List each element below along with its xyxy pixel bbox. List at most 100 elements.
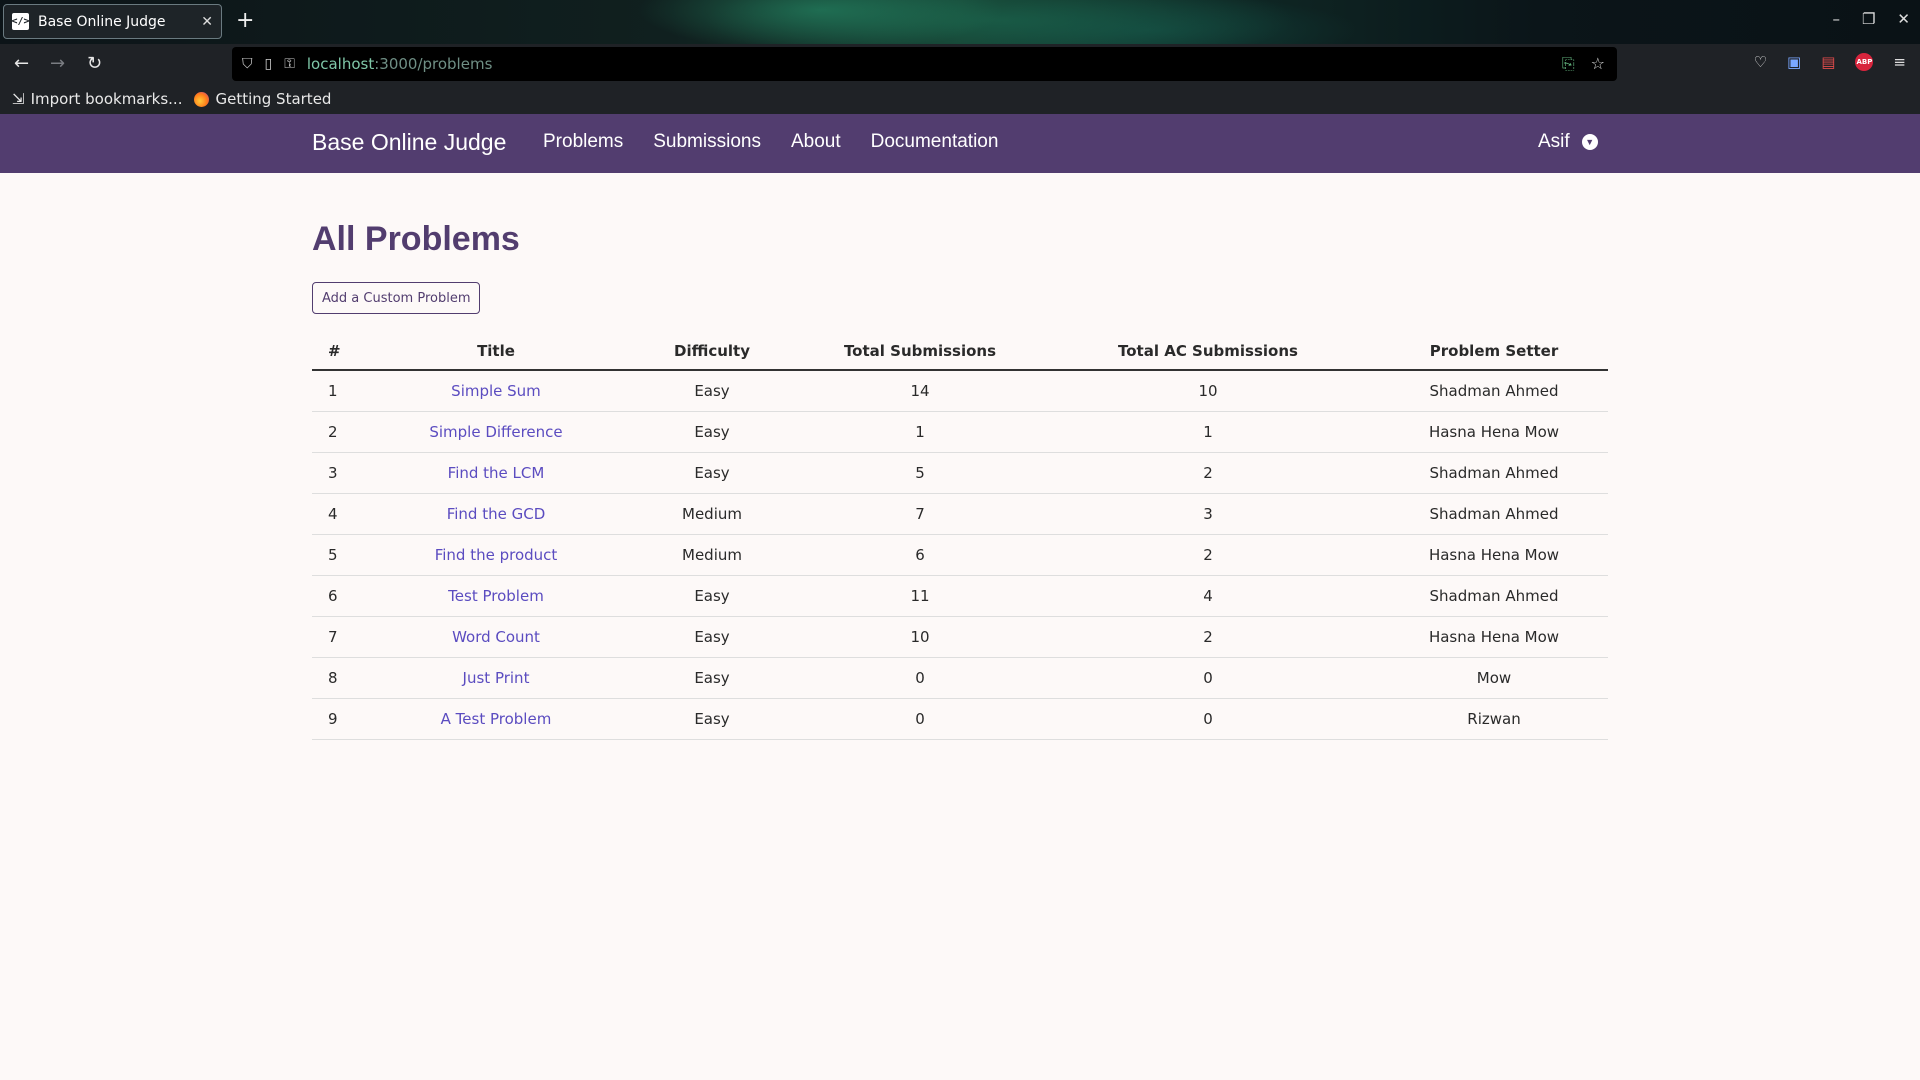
header-problem-setter: Problem Setter xyxy=(1380,332,1608,371)
cell-number: 4 xyxy=(312,493,372,535)
cell-total-submissions: 6 xyxy=(804,534,1036,576)
menu-item-about[interactable]: About xyxy=(791,131,841,153)
problem-title-link[interactable]: A Test Problem xyxy=(441,710,552,728)
tab-title: Base Online Judge xyxy=(38,13,166,30)
table-row: 1 Simple Sum Easy 14 10 Shadman Ahmed xyxy=(312,370,1608,412)
cell-ac-submissions: 2 xyxy=(1036,534,1380,576)
problem-title-link[interactable]: Find the GCD xyxy=(447,505,546,523)
table-row: 2 Simple Difference Easy 1 1 Hasna Hena Mow xyxy=(312,411,1608,453)
cell-title: Test Problem xyxy=(372,575,620,617)
brand-link[interactable]: Base Online Judge xyxy=(312,129,506,156)
minimize-icon[interactable]: – xyxy=(1832,10,1840,28)
cell-ac-submissions: 3 xyxy=(1036,493,1380,535)
site-favicon-icon: </> xyxy=(11,13,30,30)
shield-icon[interactable]: ⛉ xyxy=(242,56,253,72)
extension-icon[interactable]: ▤ xyxy=(1821,53,1835,71)
cell-title: Simple Sum xyxy=(372,370,620,412)
cell-problem-setter: Shadman Ahmed xyxy=(1380,452,1608,494)
cell-total-submissions: 5 xyxy=(804,452,1036,494)
close-window-icon[interactable]: ✕ xyxy=(1897,10,1910,28)
problem-title-link[interactable]: Find the product xyxy=(435,546,558,564)
menu-item-documentation[interactable]: Documentation xyxy=(871,131,999,153)
back-arrow-icon[interactable]: ← xyxy=(14,53,29,75)
chevron-down-icon[interactable]: ▼ xyxy=(1581,134,1598,150)
url-host: localhost xyxy=(306,55,375,73)
user-menu[interactable]: Asif ▼ xyxy=(1538,131,1598,153)
cell-total-submissions: 11 xyxy=(804,575,1036,617)
table-row: 3 Find the LCM Easy 5 2 Shadman Ahmed xyxy=(312,452,1608,494)
reload-icon[interactable]: ↻ xyxy=(87,53,102,75)
restore-icon[interactable]: ❐ xyxy=(1862,10,1875,28)
menu-item-problems[interactable]: Problems xyxy=(543,131,623,153)
bookmark-label: Getting Started xyxy=(215,90,332,108)
table-row: 5 Find the product Medium 6 2 Hasna Hena Mow xyxy=(312,534,1608,576)
problem-title-link[interactable]: Word Count xyxy=(452,628,540,646)
cell-ac-submissions: 2 xyxy=(1036,452,1380,494)
header-number: # xyxy=(312,332,372,371)
cell-total-submissions: 10 xyxy=(804,616,1036,658)
problem-title-link[interactable]: Find the LCM xyxy=(448,464,545,482)
browser-tab[interactable]: </> Base Online Judge ✕ xyxy=(3,4,222,39)
cell-ac-submissions: 1 xyxy=(1036,411,1380,453)
browser-toolbar: ← → ↻ ⛉ ▯ ⚿ localhost :3000/problems ⎘ ☆… xyxy=(0,44,1920,84)
cell-ac-submissions: 0 xyxy=(1036,657,1380,699)
bookmark-import[interactable]: ⇲ Import bookmarks... xyxy=(12,90,182,108)
header-total-submissions: Total Submissions xyxy=(804,332,1036,371)
page-icon[interactable]: ▯ xyxy=(265,56,273,72)
cell-difficulty: Medium xyxy=(620,534,804,576)
cell-difficulty: Easy xyxy=(620,452,804,494)
cell-number: 2 xyxy=(312,411,372,453)
pocket-icon[interactable]: ♡ xyxy=(1754,53,1767,71)
bookmark-star-icon[interactable]: ☆ xyxy=(1591,54,1605,74)
cell-problem-setter: Shadman Ahmed xyxy=(1380,370,1608,412)
cell-total-submissions: 14 xyxy=(804,370,1036,412)
browser-tabbar: </> Base Online Judge ✕ + – ❐ ✕ xyxy=(0,0,1920,44)
window-controls: – ❐ ✕ xyxy=(1832,10,1910,28)
table-header-row: # Title Difficulty Total Submissions Tot… xyxy=(312,332,1608,371)
new-tab-icon[interactable]: + xyxy=(236,8,254,34)
adblock-icon[interactable]: ABP xyxy=(1855,53,1874,71)
close-tab-icon[interactable]: ✕ xyxy=(201,14,213,30)
cell-ac-submissions: 10 xyxy=(1036,370,1380,412)
table-row: 4 Find the GCD Medium 7 3 Shadman Ahmed xyxy=(312,493,1608,535)
cell-problem-setter: Hasna Hena Mow xyxy=(1380,534,1608,576)
cell-number: 8 xyxy=(312,657,372,699)
cell-problem-setter: Mow xyxy=(1380,657,1608,699)
cell-total-submissions: 1 xyxy=(804,411,1036,453)
main-menu: Problems Submissions About Documentation xyxy=(543,131,998,153)
cell-title: Find the LCM xyxy=(372,452,620,494)
translator-icon[interactable]: ▣ xyxy=(1787,53,1801,71)
cell-ac-submissions: 0 xyxy=(1036,698,1380,740)
problem-title-link[interactable]: Simple Sum xyxy=(451,382,541,400)
forward-arrow-icon[interactable]: → xyxy=(50,53,65,75)
header-total-ac-submissions: Total AC Submissions xyxy=(1036,332,1380,371)
table-row: 9A Test Problem Easy 0 0 Rizwan xyxy=(312,698,1608,740)
cell-number: 9 xyxy=(312,698,372,740)
bookmark-getting-started[interactable]: Getting Started xyxy=(194,90,331,108)
app-navbar: Base Online Judge Problems Submissions A… xyxy=(0,114,1920,173)
translate-icon[interactable]: ⎘ xyxy=(1562,54,1575,74)
cell-problem-setter: Rizwan xyxy=(1380,698,1608,740)
menu-hamburger-icon[interactable]: ≡ xyxy=(1893,53,1906,71)
cell-title: Find the product xyxy=(372,534,620,576)
menu-item-submissions[interactable]: Submissions xyxy=(653,131,761,153)
table-row: 8 Just Print Easy 0 0 Mow xyxy=(312,657,1608,699)
cell-problem-setter: Hasna Hena Mow xyxy=(1380,411,1608,453)
problem-title-link[interactable]: Just Print xyxy=(463,669,530,687)
address-bar-actions: ⎘ ☆ xyxy=(1562,54,1605,74)
cell-number: 3 xyxy=(312,452,372,494)
key-icon[interactable]: ⚿ xyxy=(284,56,295,72)
cell-difficulty: Easy xyxy=(620,657,804,699)
problem-title-link[interactable]: Simple Difference xyxy=(429,423,562,441)
cell-title: Just Print xyxy=(372,657,620,699)
add-custom-problem-button[interactable]: Add a Custom Problem xyxy=(312,282,481,314)
extension-icons: ♡ ▣ ▤ ABP ≡ xyxy=(1754,53,1906,71)
address-bar[interactable]: ⛉ ▯ ⚿ localhost :3000/problems ⎘ ☆ xyxy=(232,47,1617,81)
bookmark-label: Import bookmarks... xyxy=(30,90,183,108)
cell-difficulty: Easy xyxy=(620,698,804,740)
cell-number: 7 xyxy=(312,616,372,658)
problem-title-link[interactable]: Test Problem xyxy=(448,587,544,605)
cell-number: 6 xyxy=(312,575,372,617)
cell-total-submissions: 0 xyxy=(804,698,1036,740)
cell-title: A Test Problem xyxy=(372,698,620,740)
